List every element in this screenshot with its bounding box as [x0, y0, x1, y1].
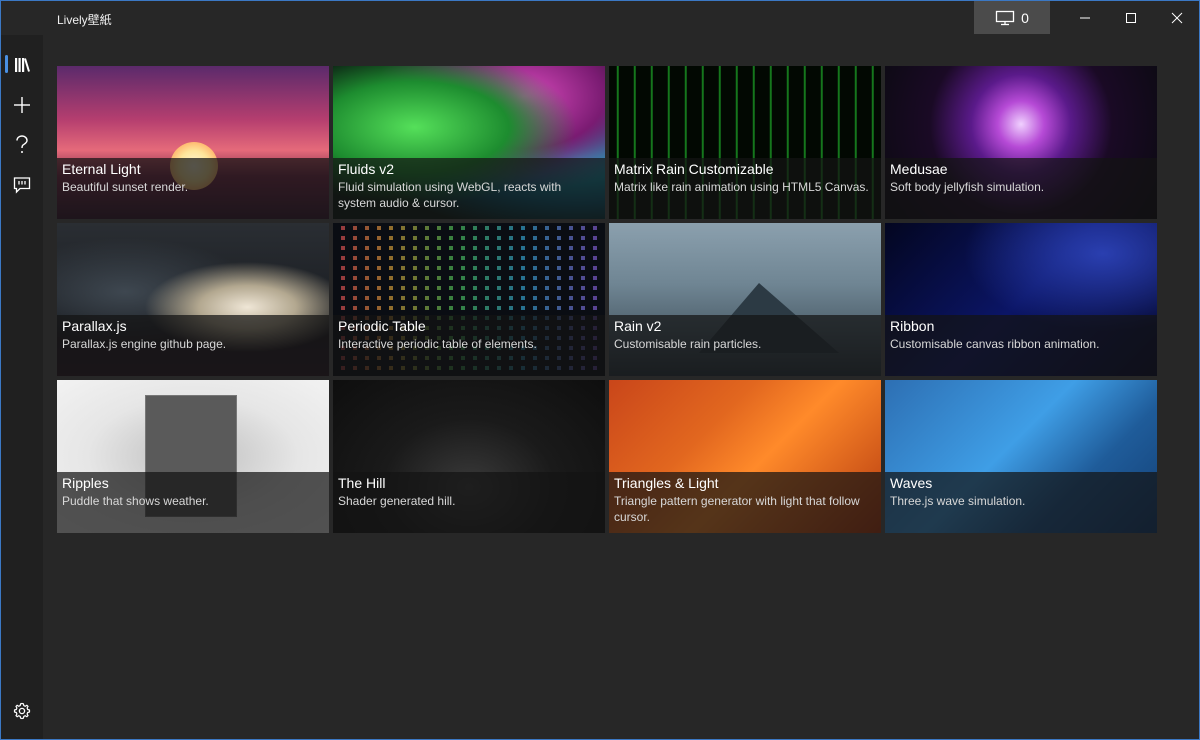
add-icon	[12, 95, 32, 115]
wallpaper-tile[interactable]: Waves Three.js wave simulation.	[885, 380, 1157, 533]
tile-title: Fluids v2	[338, 161, 395, 177]
tile-description: Interactive periodic table of elements.	[338, 337, 537, 351]
tile-title: Triangles & Light	[614, 475, 719, 491]
tile-title: Parallax.js	[62, 318, 127, 334]
tile-caption: Rain v2 Customisable rain particles.	[609, 315, 881, 376]
tile-caption: Matrix Rain Customizable Matrix like rai…	[609, 158, 881, 219]
wallpaper-tile[interactable]: Fluids v2 Fluid simulation using WebGL, …	[333, 66, 605, 219]
tile-caption: Fluids v2 Fluid simulation using WebGL, …	[333, 158, 605, 219]
tile-title: Matrix Rain Customizable	[614, 161, 774, 177]
tile-caption: Eternal Light Beautiful sunset render.	[57, 158, 329, 219]
help-icon	[15, 135, 29, 155]
sidebar-item-add[interactable]	[1, 87, 43, 123]
tile-description: Customisable canvas ribbon animation.	[890, 337, 1100, 351]
tile-description: Fluid simulation using WebGL, reacts wit…	[338, 180, 562, 210]
tile-title: Ribbon	[890, 318, 935, 334]
wallpaper-grid: Eternal Light Beautiful sunset render. F…	[57, 66, 1157, 533]
tile-caption: Triangles & Light Triangle pattern gener…	[609, 472, 881, 533]
wallpaper-tile[interactable]: Matrix Rain Customizable Matrix like rai…	[609, 66, 881, 219]
tile-caption: The Hill Shader generated hill.	[333, 472, 605, 533]
sidebar-item-library[interactable]	[1, 47, 43, 83]
wallpaper-tile[interactable]: Parallax.js Parallax.js engine github pa…	[57, 223, 329, 376]
sidebar	[1, 35, 43, 739]
tile-caption: Waves Three.js wave simulation.	[885, 472, 1157, 533]
minimize-icon	[1079, 12, 1091, 24]
tile-description: Triangle pattern generator with light th…	[614, 494, 860, 524]
tile-title: Periodic Table	[338, 318, 426, 334]
tile-caption: Ripples Puddle that shows weather.	[57, 472, 329, 533]
tile-description: Three.js wave simulation.	[890, 494, 1026, 508]
tile-title: Eternal Light	[62, 161, 141, 177]
wallpaper-tile[interactable]: Periodic Table Interactive periodic tabl…	[333, 223, 605, 376]
wallpaper-tile[interactable]: Triangles & Light Triangle pattern gener…	[609, 380, 881, 533]
tile-caption: Medusae Soft body jellyfish simulation.	[885, 158, 1157, 219]
tile-description: Soft body jellyfish simulation.	[890, 180, 1045, 194]
title-bar[interactable]: Lively壁紙 0	[1, 1, 1199, 35]
tile-description: Matrix like rain animation using HTML5 C…	[614, 180, 869, 194]
sidebar-item-feedback[interactable]	[1, 167, 43, 203]
tile-description: Parallax.js engine github page.	[62, 337, 227, 351]
tile-title: Waves	[890, 475, 933, 491]
app-window: Lively壁紙 0 Eternal Light Beautiful sunse…	[0, 0, 1200, 740]
monitor-icon	[995, 10, 1015, 26]
settings-button[interactable]	[1, 693, 43, 729]
tile-title: Medusae	[890, 161, 948, 177]
tile-caption: Periodic Table Interactive periodic tabl…	[333, 315, 605, 376]
wallpaper-tile[interactable]: Rain v2 Customisable rain particles.	[609, 223, 881, 376]
feedback-icon	[13, 176, 31, 194]
tile-description: Beautiful sunset render.	[62, 180, 189, 194]
maximize-button[interactable]	[1108, 1, 1154, 34]
sidebar-item-help[interactable]	[1, 127, 43, 163]
minimize-button[interactable]	[1062, 1, 1108, 34]
close-icon	[1171, 12, 1183, 24]
tile-description: Puddle that shows weather.	[62, 494, 209, 508]
maximize-icon	[1125, 12, 1137, 24]
monitor-count: 0	[1021, 9, 1029, 26]
library-icon	[13, 56, 31, 74]
tile-title: The Hill	[338, 475, 386, 491]
tile-caption: Ribbon Customisable canvas ribbon animat…	[885, 315, 1157, 376]
tile-title: Ripples	[62, 475, 109, 491]
tile-title: Rain v2	[614, 318, 662, 334]
wallpaper-tile[interactable]: Ripples Puddle that shows weather.	[57, 380, 329, 533]
close-button[interactable]	[1154, 1, 1200, 34]
wallpaper-tile[interactable]: Eternal Light Beautiful sunset render.	[57, 66, 329, 219]
monitor-select-button[interactable]: 0	[974, 1, 1050, 34]
app-title: Lively壁紙	[57, 13, 112, 27]
wallpaper-tile[interactable]: Medusae Soft body jellyfish simulation.	[885, 66, 1157, 219]
tile-description: Customisable rain particles.	[614, 337, 762, 351]
wallpaper-tile[interactable]: Ribbon Customisable canvas ribbon animat…	[885, 223, 1157, 376]
gear-icon	[13, 702, 31, 720]
tile-caption: Parallax.js Parallax.js engine github pa…	[57, 315, 329, 376]
tile-description: Shader generated hill.	[338, 494, 456, 508]
wallpaper-tile[interactable]: The Hill Shader generated hill.	[333, 380, 605, 533]
